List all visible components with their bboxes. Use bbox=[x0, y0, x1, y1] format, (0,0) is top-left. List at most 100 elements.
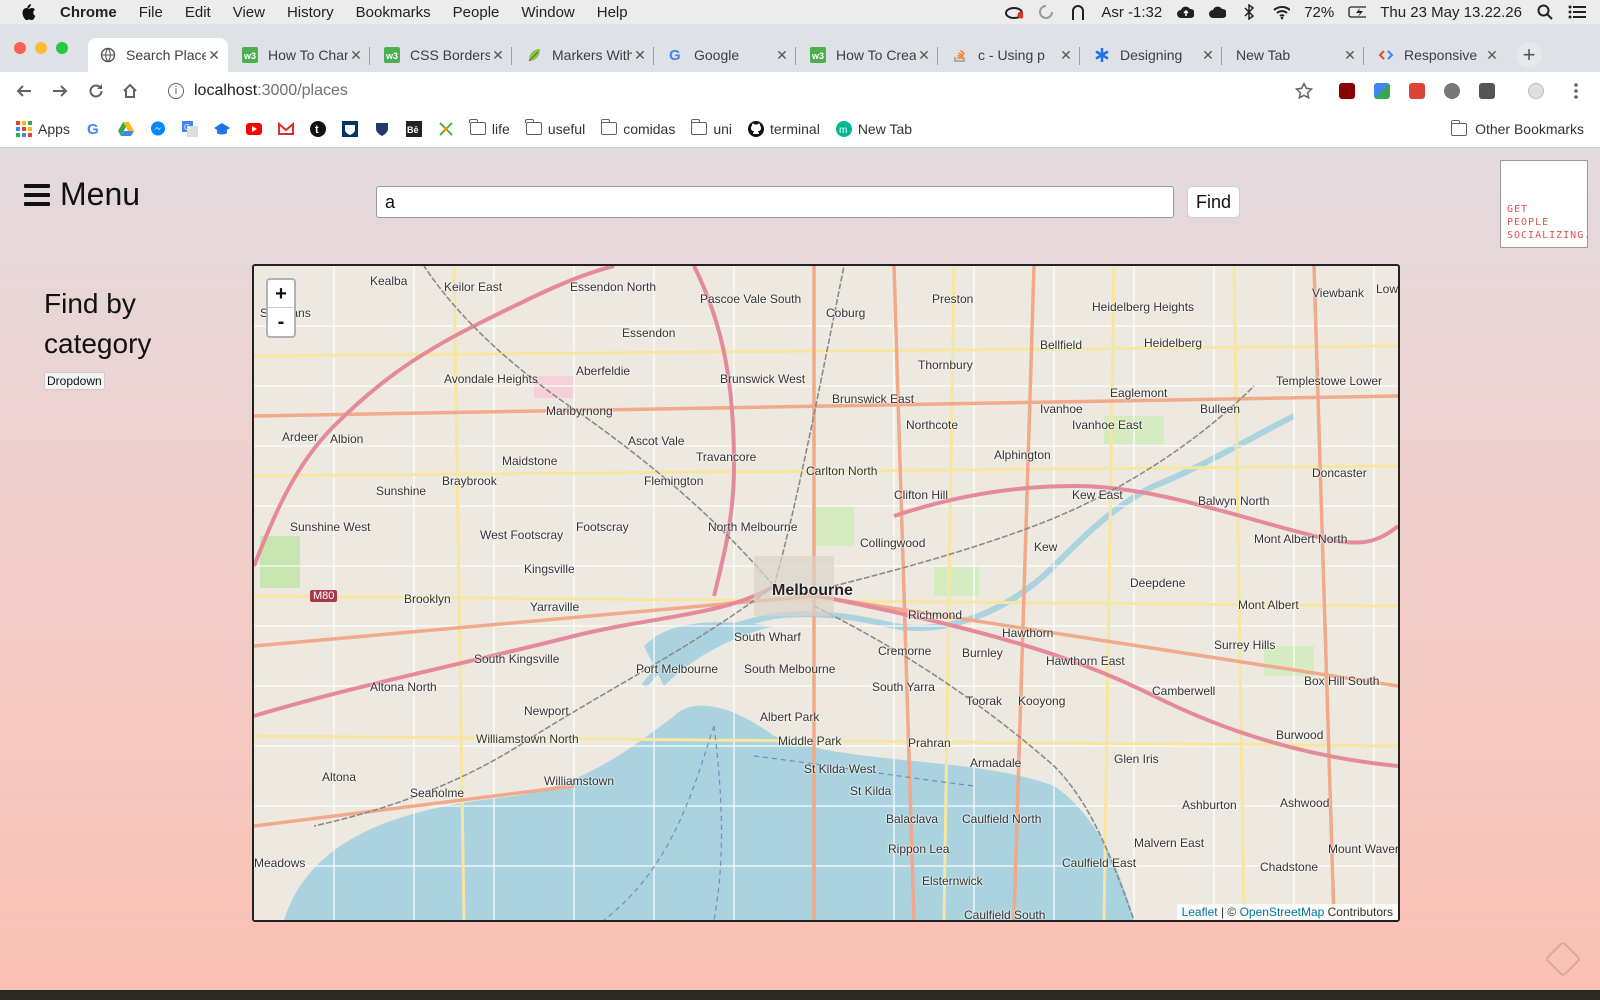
menu-people[interactable]: People bbox=[453, 4, 500, 21]
apple-icon[interactable] bbox=[20, 3, 38, 21]
creative-cloud-icon[interactable] bbox=[1005, 4, 1024, 20]
spotlight-search-icon[interactable] bbox=[1536, 4, 1554, 20]
tab-close-icon[interactable]: ✕ bbox=[632, 47, 648, 64]
tab-close-icon[interactable]: ✕ bbox=[774, 47, 790, 64]
tab-close-icon[interactable]: ✕ bbox=[206, 47, 222, 64]
close-window-button[interactable] bbox=[14, 42, 26, 54]
reload-icon[interactable] bbox=[86, 81, 106, 101]
zoom-out-button[interactable]: - bbox=[268, 308, 294, 336]
tab-close-icon[interactable]: ✕ bbox=[348, 47, 364, 64]
battery-percent[interactable]: 72% bbox=[1304, 4, 1334, 21]
prayer-time-text[interactable]: Asr -1:32 bbox=[1101, 4, 1162, 21]
bookmark-tumblr[interactable]: t bbox=[309, 120, 326, 137]
site-info-icon[interactable]: i bbox=[168, 83, 184, 99]
menu-file[interactable]: File bbox=[139, 4, 163, 21]
mosque-icon[interactable] bbox=[1069, 4, 1087, 20]
tab-close-icon[interactable]: ✕ bbox=[1200, 47, 1216, 64]
tab-responsive[interactable]: Responsive ✕ bbox=[1366, 38, 1506, 72]
bookmark-messenger[interactable] bbox=[150, 121, 166, 137]
chrome-menu-icon[interactable] bbox=[1566, 81, 1586, 101]
map-road-shield: M80 bbox=[310, 590, 338, 602]
notification-center-icon[interactable] bbox=[1568, 4, 1586, 20]
other-bookmarks[interactable]: Other Bookmarks bbox=[1450, 110, 1584, 148]
battery-charging-icon[interactable] bbox=[1348, 4, 1367, 20]
svg-text:m: m bbox=[839, 125, 847, 136]
tab-close-icon[interactable]: ✕ bbox=[1058, 47, 1074, 64]
bookmark-tools[interactable] bbox=[438, 121, 454, 137]
bookmark-new-tab[interactable]: m New Tab bbox=[835, 120, 912, 137]
find-button[interactable]: Find bbox=[1187, 186, 1241, 218]
cloud-icon[interactable] bbox=[1208, 4, 1227, 20]
clock-text[interactable]: Thu 23 May 13.22.26 bbox=[1380, 4, 1522, 21]
bookmark-terminal[interactable]: terminal bbox=[748, 120, 820, 137]
bookmark-folder-life[interactable]: life bbox=[469, 119, 510, 137]
tab-google[interactable]: G Google ✕ bbox=[656, 38, 796, 72]
logo: GET PEOPLE SOCIALIZING. bbox=[1500, 160, 1590, 248]
lightbulb-ext-icon[interactable] bbox=[1479, 83, 1495, 99]
menu-help[interactable]: Help bbox=[597, 4, 628, 21]
google-translate-ext-icon[interactable] bbox=[1374, 83, 1390, 99]
todoist-icon[interactable] bbox=[1409, 83, 1425, 99]
openstreetmap-link[interactable]: OpenStreetMap bbox=[1240, 905, 1325, 919]
bookmark-apps[interactable]: Apps bbox=[16, 120, 70, 137]
bookmark-star-icon[interactable] bbox=[1294, 81, 1314, 101]
map-label: South Kingsville bbox=[474, 652, 560, 666]
ublock-origin-icon[interactable] bbox=[1339, 83, 1355, 99]
tab-close-icon[interactable]: ✕ bbox=[1342, 47, 1358, 64]
menu-label: Menu bbox=[60, 176, 141, 212]
category-dropdown-button[interactable]: Dropdown bbox=[44, 372, 105, 390]
new-tab-button[interactable]: + bbox=[1516, 42, 1542, 68]
bluetooth-icon[interactable] bbox=[1240, 4, 1258, 20]
tab-search-places[interactable]: Search Places ✕ bbox=[88, 38, 228, 72]
bookmark-folder-useful[interactable]: useful bbox=[525, 119, 585, 137]
bookmark-graduation[interactable] bbox=[213, 121, 230, 137]
bookmark-behance[interactable]: Bē bbox=[405, 120, 422, 137]
bookmark-gmail[interactable] bbox=[277, 121, 294, 137]
address-bar[interactable]: i localhost:3000/places bbox=[162, 76, 1312, 106]
tab-using-p[interactable]: c - Using p ✕ bbox=[940, 38, 1080, 72]
loading-spinner-icon[interactable] bbox=[1037, 4, 1055, 20]
leaflet-link[interactable]: Leaflet bbox=[1182, 905, 1218, 919]
menubar-app-name[interactable]: Chrome bbox=[60, 4, 117, 21]
mercury-reader-icon[interactable] bbox=[1444, 83, 1460, 99]
bookmark-drive[interactable] bbox=[117, 121, 134, 137]
profile-avatar-icon[interactable] bbox=[1528, 83, 1544, 99]
bookmark-google[interactable]: G bbox=[86, 121, 102, 138]
search-input[interactable] bbox=[376, 186, 1174, 218]
back-arrow-icon[interactable] bbox=[14, 81, 34, 101]
minimize-window-button[interactable] bbox=[35, 42, 47, 54]
globe-icon bbox=[100, 47, 116, 63]
tab-css-borders[interactable]: w3 CSS Borders ✕ bbox=[372, 38, 512, 72]
maximize-window-button[interactable] bbox=[56, 42, 68, 54]
wifi-icon[interactable] bbox=[1272, 4, 1291, 20]
cloud-upload-icon[interactable] bbox=[1176, 4, 1195, 20]
menu-button[interactable]: Menu bbox=[24, 176, 140, 213]
map-label: Kealba bbox=[370, 274, 408, 288]
tab-close-icon[interactable]: ✕ bbox=[490, 47, 506, 64]
menu-edit[interactable]: Edit bbox=[185, 4, 211, 21]
home-icon[interactable] bbox=[120, 81, 140, 101]
menu-history[interactable]: History bbox=[287, 4, 334, 21]
menu-window[interactable]: Window bbox=[521, 4, 574, 21]
bookmark-translate[interactable]: G bbox=[181, 120, 198, 137]
bookmark-shield[interactable] bbox=[374, 121, 390, 137]
bookmark-university[interactable] bbox=[341, 120, 358, 137]
tab-close-icon[interactable]: ✕ bbox=[1484, 47, 1500, 64]
bookmark-folder-comidas[interactable]: comidas bbox=[600, 119, 675, 137]
bookmark-youtube[interactable] bbox=[245, 121, 262, 137]
tab-new-tab[interactable]: New Tab ✕ bbox=[1224, 38, 1364, 72]
map-label: Brunswick West bbox=[720, 372, 806, 386]
zoom-in-button[interactable]: + bbox=[268, 280, 294, 308]
menu-view[interactable]: View bbox=[233, 4, 265, 21]
tab-markers-with[interactable]: Markers With ✕ bbox=[514, 38, 654, 72]
tab-how-to-change[interactable]: w3 How To Change ✕ bbox=[230, 38, 370, 72]
map-label: Sunshine bbox=[376, 484, 427, 498]
map[interactable]: Kealba Keilor East Essendon North Pascoe… bbox=[252, 264, 1400, 922]
menubar-status-area: Asr -1:32 72% Thu 23 May 13.22.26 bbox=[1005, 0, 1586, 24]
tab-designing[interactable]: Designing ✕ bbox=[1082, 38, 1222, 72]
tab-close-icon[interactable]: ✕ bbox=[916, 47, 932, 64]
bookmark-folder-uni[interactable]: uni bbox=[690, 119, 732, 137]
tab-how-to-create[interactable]: w3 How To Create ✕ bbox=[798, 38, 938, 72]
forward-arrow-icon[interactable] bbox=[50, 81, 70, 101]
menu-bookmarks[interactable]: Bookmarks bbox=[356, 4, 431, 21]
